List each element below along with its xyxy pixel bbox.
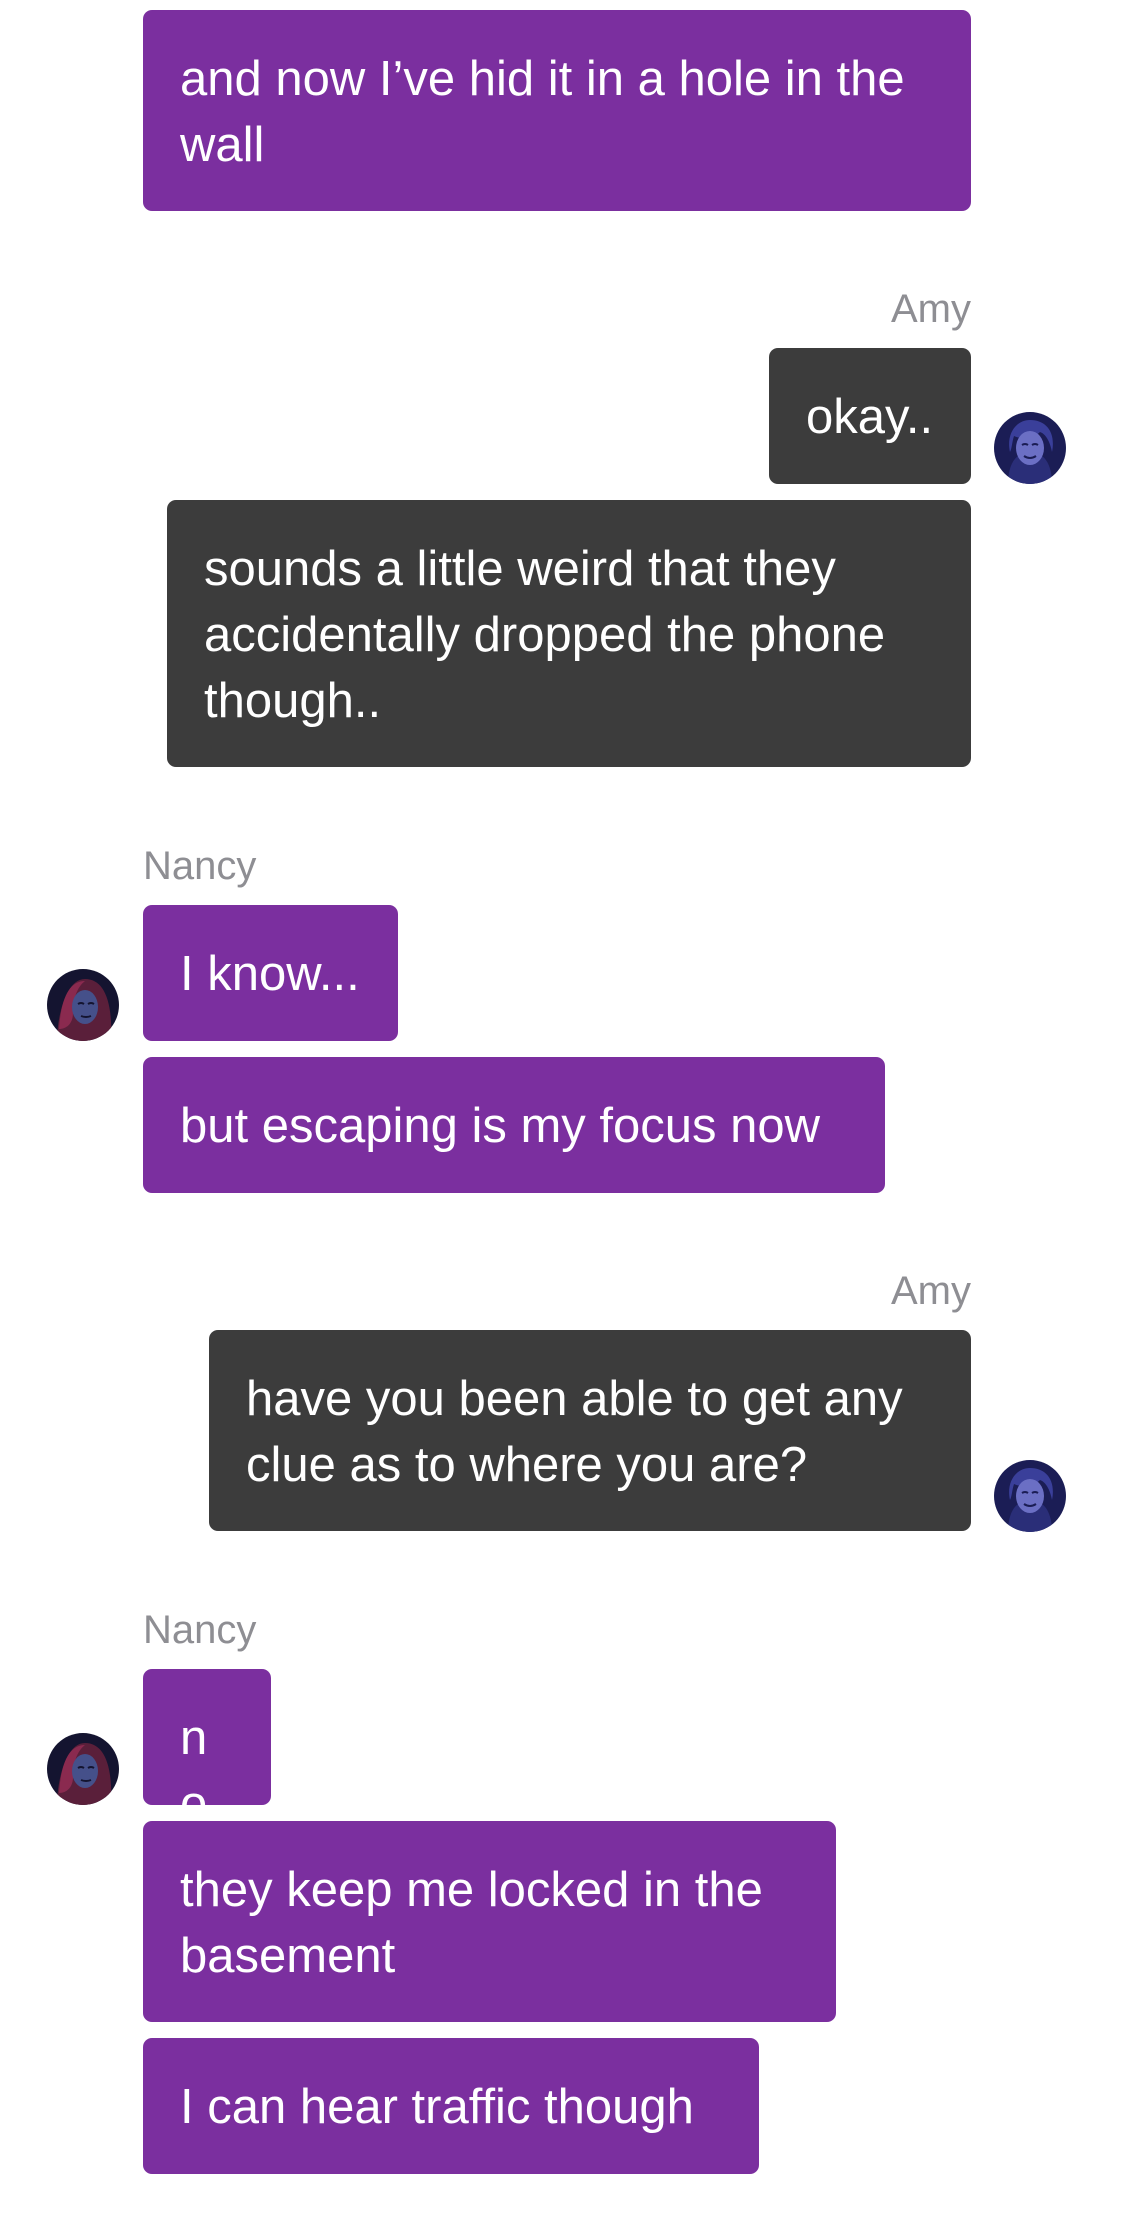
amy-avatar-svg: [994, 1460, 1066, 1532]
nancy-avatar-icon[interactable]: [47, 969, 119, 1041]
message-bubble-nancy[interactable]: I know...: [143, 905, 398, 1041]
message-bubble-amy[interactable]: sounds a little weird that they accident…: [167, 500, 971, 767]
nancy-avatar-svg: [47, 969, 119, 1041]
message-bubble-nancy[interactable]: they keep me locked in the basement: [143, 1821, 836, 2022]
amy-avatar-svg: [994, 412, 1066, 484]
message-bubble-nancy[interactable]: I can hear traffic though: [143, 2038, 759, 2174]
message-bubble-nancy[interactable]: and now I’ve hid it in a hole in the wal…: [143, 10, 971, 211]
message-bubble-amy[interactable]: okay..: [769, 348, 971, 484]
sender-label-amy: Amy: [891, 1269, 971, 1313]
sender-label-nancy: Nancy: [143, 1608, 257, 1652]
message-bubble-amy[interactable]: have you been able to get any clue as to…: [209, 1330, 971, 1531]
nancy-avatar-svg: [47, 1733, 119, 1805]
message-bubble-nancy[interactable]: but escaping is my focus now: [143, 1057, 885, 1193]
amy-avatar-icon[interactable]: [994, 1460, 1066, 1532]
sender-label-nancy: Nancy: [143, 844, 257, 888]
amy-avatar-icon[interactable]: [994, 412, 1066, 484]
sender-label-amy: Amy: [891, 287, 971, 331]
nancy-avatar-icon[interactable]: [47, 1733, 119, 1805]
message-bubble-nancy[interactable]: no: [143, 1669, 271, 1831]
